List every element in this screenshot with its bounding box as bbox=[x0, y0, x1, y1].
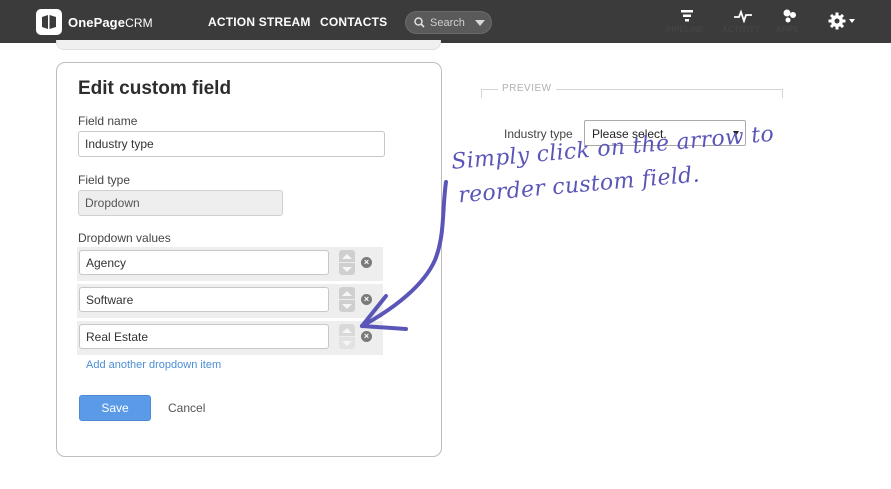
nav-contacts[interactable]: CONTACTS bbox=[320, 15, 387, 29]
dropdown-value-row: × bbox=[77, 321, 383, 355]
logo-icon bbox=[36, 9, 62, 35]
onepage-logo[interactable]: OnePageCRM bbox=[36, 9, 153, 35]
field-type-label: Field type bbox=[78, 173, 131, 187]
add-dropdown-item-link[interactable]: Add another dropdown item bbox=[86, 359, 221, 371]
search-box[interactable] bbox=[405, 11, 492, 34]
dropdown-value-input[interactable] bbox=[79, 287, 329, 312]
nav-pipeline[interactable]: PIPELINE bbox=[666, 9, 708, 34]
nav-pipeline-label: PIPELINE bbox=[666, 25, 705, 34]
activity-icon bbox=[734, 9, 752, 23]
logo-name: OnePage bbox=[68, 14, 126, 30]
panel-title: Edit custom field bbox=[78, 78, 232, 99]
preview-heading: PREVIEW bbox=[498, 83, 556, 94]
settings-menu[interactable] bbox=[828, 12, 855, 30]
dropdown-value-row: × bbox=[77, 247, 383, 281]
dropdown-value-input[interactable] bbox=[79, 250, 329, 275]
logo-text: OnePageCRM bbox=[68, 15, 153, 30]
pipeline-icon bbox=[681, 10, 693, 22]
chevron-down-icon bbox=[849, 19, 855, 23]
gear-icon bbox=[828, 12, 846, 30]
save-button[interactable]: Save bbox=[79, 395, 151, 421]
field-name-label: Field name bbox=[78, 114, 138, 128]
previous-card-edge bbox=[56, 40, 441, 50]
search-dropdown-caret-icon[interactable] bbox=[475, 20, 485, 26]
nav-apps[interactable]: APPS bbox=[776, 9, 804, 34]
arrow-down-icon bbox=[342, 340, 352, 346]
search-input[interactable] bbox=[430, 16, 474, 29]
nav-apps-label: APPS bbox=[776, 25, 799, 34]
top-navbar: OnePageCRM ACTION STREAM CONTACTS PIPELI… bbox=[0, 0, 891, 43]
dropdown-value-input[interactable] bbox=[79, 324, 329, 349]
apps-icon bbox=[783, 9, 796, 23]
logo-suffix: CRM bbox=[125, 15, 153, 30]
field-type-input bbox=[78, 190, 283, 216]
nav-action-stream[interactable]: ACTION STREAM bbox=[208, 15, 311, 29]
field-name-input[interactable] bbox=[78, 131, 385, 157]
search-icon bbox=[414, 17, 425, 28]
nav-activity-label: ACTIVITY bbox=[722, 25, 761, 34]
nav-activity[interactable]: ACTIVITY bbox=[722, 9, 764, 34]
dropdown-values-label: Dropdown values bbox=[78, 231, 171, 245]
annotation-arrow-icon bbox=[360, 180, 448, 331]
cancel-button[interactable]: Cancel bbox=[168, 401, 205, 415]
dropdown-value-row: × bbox=[77, 284, 383, 318]
